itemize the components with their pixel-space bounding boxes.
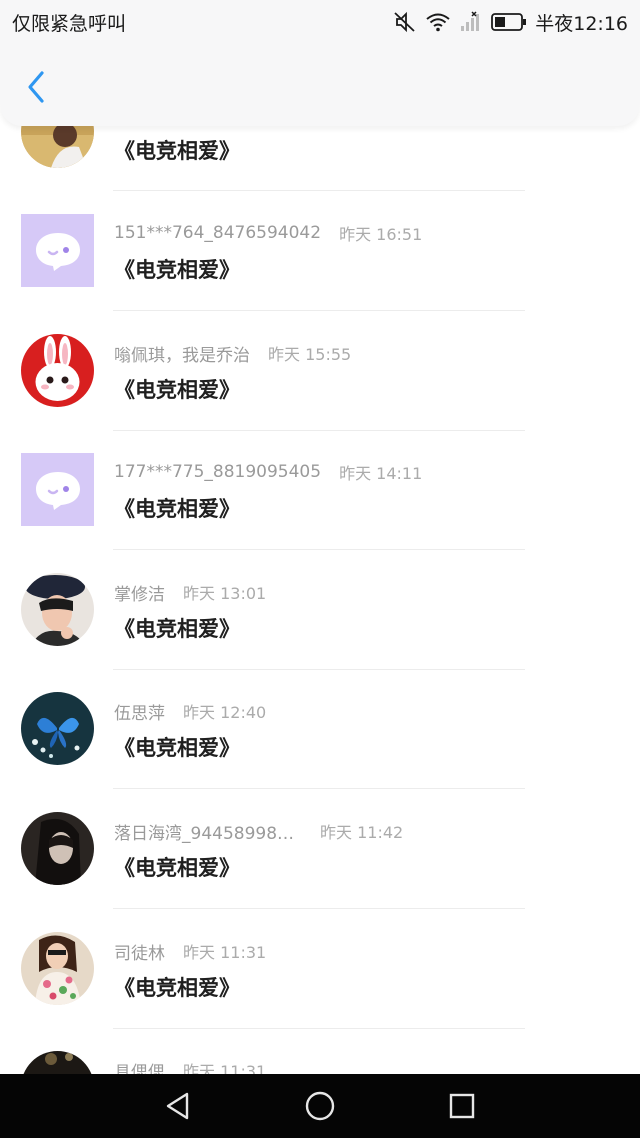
list-item-meta: 嗡佩琪，我是乔治 昨天 15:55 xyxy=(114,342,352,366)
mute-icon xyxy=(394,11,415,33)
sender-name: 具偲偲 xyxy=(114,1062,165,1075)
list-item-meta: 司徒林 昨天 11:31 xyxy=(114,940,267,964)
message-time: 昨天 15:55 xyxy=(268,345,352,364)
sender-name: 151***764_8476594042 xyxy=(114,223,322,243)
message-time: 昨天 13:01 xyxy=(183,584,267,603)
message-text: 《电竞相爱》 xyxy=(114,139,240,163)
message-list[interactable]: 《电竞相爱》 151***764_8476594042 昨天 16:51 《电竞… xyxy=(0,0,640,1074)
chat-bubble-icon xyxy=(35,471,80,510)
list-item[interactable]: 177***775_8819095405 昨天 14:11 《电竞相爱》 xyxy=(0,453,640,572)
list-item[interactable]: 具偲偲 昨天 11:31 xyxy=(0,1051,640,1074)
list-item[interactable]: 伍思萍 昨天 12:40 《电竞相爱》 xyxy=(0,692,640,811)
list-item-meta: 151***764_8476594042 昨天 16:51 xyxy=(114,222,422,244)
avatar[interactable] xyxy=(21,334,94,407)
message-text: 《电竞相爱》 xyxy=(114,258,240,282)
nav-recents-button[interactable] xyxy=(444,1089,480,1123)
message-text: 《电竞相爱》 xyxy=(114,736,240,760)
list-item-meta: 掌修洁 昨天 13:01 xyxy=(114,581,267,605)
status-bar: 仅限紧急呼叫 半夜12:16 xyxy=(0,0,640,44)
list-item[interactable]: 嗡佩琪，我是乔治 昨天 15:55 《电竞相爱》 xyxy=(0,334,640,453)
divider xyxy=(113,788,525,789)
list-item[interactable]: 司徒林 昨天 11:31 《电竞相爱》 xyxy=(0,932,640,1051)
avatar[interactable] xyxy=(21,453,94,526)
screen: 《电竞相爱》 151***764_8476594042 昨天 16:51 《电竞… xyxy=(0,0,640,1138)
sender-name: 伍思萍 xyxy=(114,703,165,724)
avatar[interactable] xyxy=(21,1051,94,1074)
back-triangle-icon xyxy=(166,1092,189,1120)
list-item[interactable]: 151***764_8476594042 昨天 16:51 《电竞相爱》 xyxy=(0,214,640,333)
message-text: 《电竞相爱》 xyxy=(114,856,240,880)
message-time: 昨天 16:51 xyxy=(339,225,423,244)
avatar[interactable] xyxy=(21,932,94,1005)
divider xyxy=(113,908,525,909)
wifi-icon xyxy=(426,13,450,32)
nav-back-button[interactable] xyxy=(160,1089,196,1123)
sender-name: 司徒林 xyxy=(114,943,165,964)
divider xyxy=(113,310,525,311)
divider xyxy=(113,430,525,431)
message-time: 昨天 11:42 xyxy=(320,823,404,842)
battery-icon xyxy=(491,13,527,31)
sender-name: 落日海湾_94458998… xyxy=(114,823,295,844)
back-button[interactable] xyxy=(14,62,58,112)
system-nav-bar xyxy=(0,1074,640,1138)
divider xyxy=(113,549,525,550)
list-item-meta: 177***775_8819095405 昨天 14:11 xyxy=(114,461,422,483)
status-time: 半夜12:16 xyxy=(535,12,628,35)
divider xyxy=(113,1028,525,1029)
list-item-meta: 伍思萍 昨天 12:40 xyxy=(114,700,267,724)
divider xyxy=(113,669,525,670)
message-time: 昨天 14:11 xyxy=(339,464,423,483)
signal-icon xyxy=(461,11,480,31)
recents-square-icon xyxy=(449,1093,475,1119)
message-text: 《电竞相爱》 xyxy=(114,497,240,521)
message-text: 《电竞相爱》 xyxy=(114,378,240,402)
nav-home-button[interactable] xyxy=(302,1089,338,1123)
message-text: 《电竞相爱》 xyxy=(114,617,240,641)
list-item[interactable]: 落日海湾_94458998… 昨天 11:42 《电竞相爱》 xyxy=(0,812,640,931)
sender-name: 177***775_8819095405 xyxy=(114,462,322,482)
list-item-meta: 具偲偲 昨天 11:31 xyxy=(114,1059,266,1074)
status-icons: 半夜12:16 xyxy=(393,9,628,35)
carrier-label: 仅限紧急呼叫 xyxy=(12,13,127,35)
message-time: 昨天 12:40 xyxy=(183,703,267,722)
avatar[interactable] xyxy=(21,214,94,287)
avatar[interactable] xyxy=(21,812,94,885)
sender-name: 嗡佩琪，我是乔治 xyxy=(114,345,250,366)
divider xyxy=(113,190,525,191)
sender-name: 掌修洁 xyxy=(114,584,165,605)
list-item[interactable]: 掌修洁 昨天 13:01 《电竞相爱》 xyxy=(0,573,640,692)
message-text: 《电竞相爱》 xyxy=(114,976,240,1000)
chat-bubble-icon xyxy=(35,232,80,271)
message-time: 昨天 11:31 xyxy=(183,943,267,962)
top-app-bar xyxy=(0,44,640,126)
list-item-meta: 落日海湾_94458998… 昨天 11:42 xyxy=(114,820,404,844)
chevron-left-icon xyxy=(28,71,44,103)
message-time: 昨天 11:31 xyxy=(183,1062,267,1074)
avatar[interactable] xyxy=(21,573,94,646)
home-circle-icon xyxy=(305,1091,335,1121)
avatar[interactable] xyxy=(21,692,94,765)
